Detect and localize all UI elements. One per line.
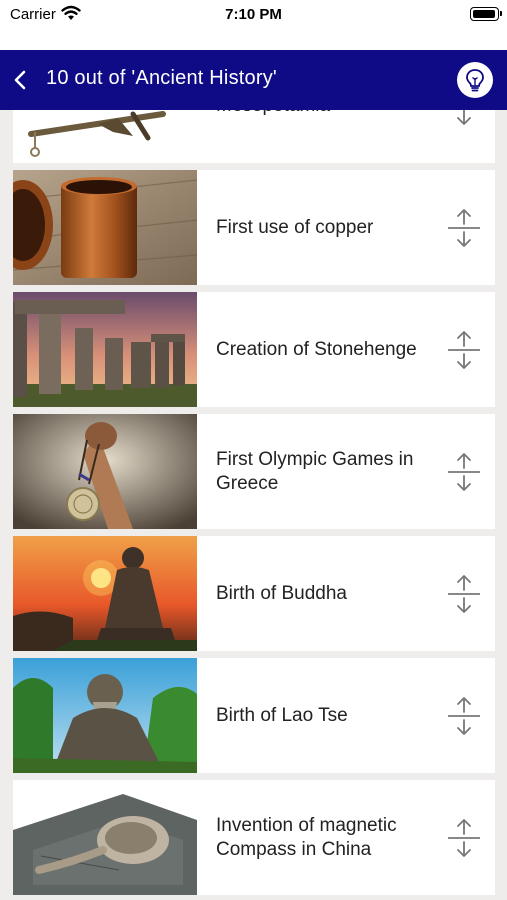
reorder-arrows-icon[interactable] — [446, 816, 482, 860]
item-label: Birth of Lao Tse — [216, 704, 348, 726]
item-label: First Olympic Games in Greece — [216, 448, 414, 494]
lao-tse-statue-photo — [13, 658, 197, 773]
list-item[interactable]: Birth of Lao Tse — [13, 658, 495, 773]
reorder-arrows-icon[interactable] — [446, 110, 482, 128]
list-item[interactable]: Creation of Stonehenge — [13, 292, 495, 407]
plough-photo — [13, 110, 197, 163]
reorder-arrows-icon[interactable] — [446, 694, 482, 738]
reorder-arrows-icon[interactable] — [446, 328, 482, 372]
item-label: Creation of Stonehenge — [216, 338, 417, 360]
hint-button[interactable] — [457, 62, 493, 98]
stonehenge-photo — [13, 292, 197, 407]
navigation-bar: 10 out of 'Ancient History' — [0, 50, 507, 110]
event-list: Mesopotamia First use of copper — [0, 110, 507, 900]
page-title: 10 out of 'Ancient History' — [46, 67, 277, 89]
reorder-arrows-icon[interactable] — [446, 206, 482, 250]
status-time: 7:10 PM — [225, 6, 282, 23]
reorder-arrows-icon[interactable] — [446, 572, 482, 616]
reorder-arrows-icon[interactable] — [446, 450, 482, 494]
status-bar: Carrier 7:10 PM — [0, 0, 507, 50]
battery-icon — [470, 7, 502, 21]
compass-spoon-photo — [13, 780, 197, 895]
list-item[interactable]: First Olympic Games in Greece — [13, 414, 495, 529]
copper-cup-photo — [13, 170, 197, 285]
list-item[interactable]: Mesopotamia — [13, 110, 495, 163]
lightbulb-icon — [466, 69, 484, 92]
list-item[interactable]: Invention of magnetic Compass in China — [13, 780, 495, 895]
list-item[interactable]: First use of copper — [13, 170, 495, 285]
item-label: First use of copper — [216, 216, 374, 238]
olympic-medal-photo — [13, 414, 197, 529]
list-item[interactable]: Birth of Buddha — [13, 536, 495, 651]
item-label: Birth of Buddha — [216, 582, 347, 604]
chevron-left-icon[interactable] — [10, 66, 30, 94]
item-label: Mesopotamia — [216, 110, 426, 163]
buddha-statue-photo — [13, 536, 197, 651]
item-label: Invention of magnetic Compass in China — [216, 814, 397, 860]
